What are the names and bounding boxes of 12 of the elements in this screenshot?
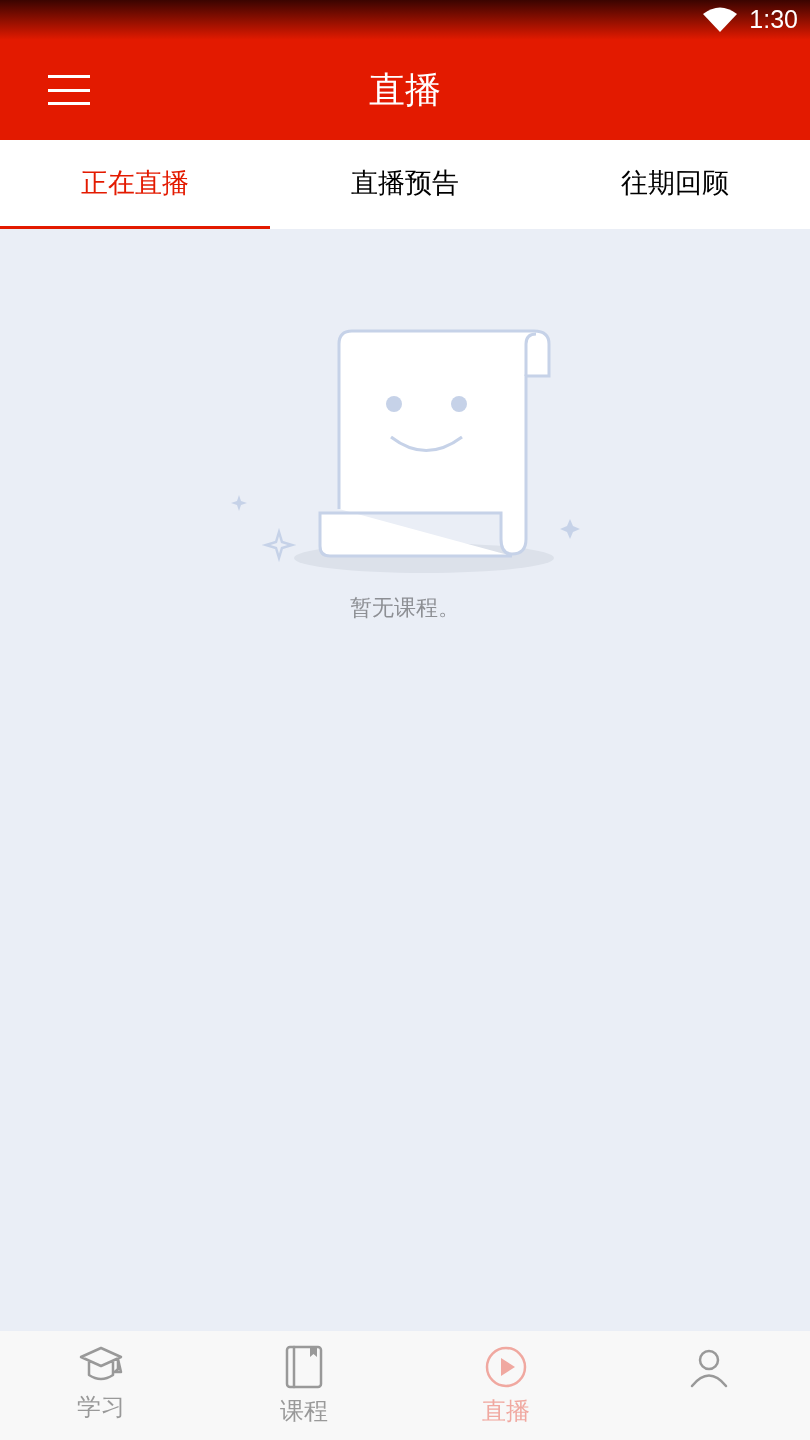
nav-item[interactable]: 课程 <box>202 1331 405 1440</box>
status-time: 1:30 <box>749 4 798 36</box>
menu-button[interactable] <box>48 73 90 107</box>
tab[interactable]: 直播预告 <box>270 140 540 229</box>
page-title: 直播 <box>369 68 441 112</box>
tab[interactable]: 往期回顾 <box>540 140 810 229</box>
tab[interactable]: 正在直播 <box>0 140 270 229</box>
wifi-icon <box>703 7 738 33</box>
nav-item[interactable]: 学习 <box>0 1331 203 1440</box>
book-icon <box>284 1345 323 1389</box>
empty-message: 暂无课程。 <box>350 594 460 622</box>
play-circle-icon <box>484 1345 529 1389</box>
